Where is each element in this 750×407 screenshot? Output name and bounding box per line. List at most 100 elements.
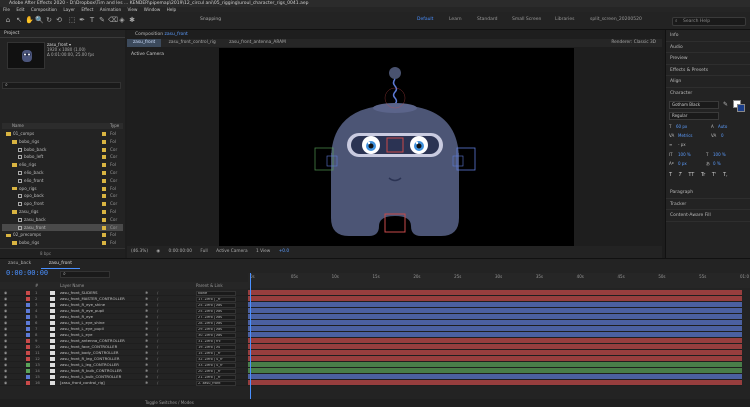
layer-label-color[interactable] [26,375,30,379]
kerning-value[interactable]: Metrics [678,133,693,138]
renderer-info[interactable]: Renderer: Classic 3D [611,39,656,47]
label-color-swatch[interactable] [102,186,106,191]
label-color-swatch[interactable] [102,233,106,238]
layer-label-color[interactable] [26,297,30,301]
panel-align[interactable]: Align [666,76,750,88]
views-dropdown[interactable]: 1 View [256,249,270,254]
layer-duration-bar[interactable] [248,380,742,386]
search-help-input[interactable]: ⌕ Search Help [672,17,746,26]
workspace-split-screen[interactable]: split_screen_20200520 [590,17,642,22]
column-type[interactable]: Type [110,123,119,129]
project-comp-row[interactable]: zasu_back Cor [2,216,123,224]
parent-dropdown[interactable]: 30. Zero | zas [196,332,236,338]
vertical-scale-value[interactable]: 100 % [678,152,691,157]
exposure-value[interactable]: +0.0 [279,249,289,254]
timeline-tab-zasu-back[interactable]: zasu_back [0,260,39,268]
layer-label-color[interactable] [26,309,30,313]
comp-subtab-zasu-front[interactable]: zasu_front [127,39,162,47]
panel-info[interactable]: Info [666,30,750,42]
parent-dropdown[interactable]: 25. Zero | zas [196,302,236,308]
selection-tool-icon[interactable]: ↖ [15,16,23,24]
project-comp-row[interactable]: elio_front Cor [2,177,123,185]
visibility-eye-icon[interactable]: ◉ [4,380,7,386]
layer-label-color[interactable] [26,363,30,367]
camera-icon[interactable]: ◉ [156,249,160,254]
current-time[interactable]: 0:00:00:00 [169,249,192,254]
project-folder-row[interactable]: elio_rigs Fol [2,161,123,169]
shy-switch-icon[interactable]: ✱ [145,380,148,386]
font-style-dropdown[interactable]: Regular [669,112,719,120]
playhead[interactable] [250,273,251,405]
parent-dropdown[interactable]: 17. Zero | _fr [196,296,236,302]
zoom-dropdown[interactable]: (46.3%) [131,249,148,254]
label-color-swatch[interactable] [102,209,106,214]
label-color-swatch[interactable] [102,178,106,183]
home-icon[interactable]: ⌂ [4,16,12,24]
parent-dropdown[interactable]: 2. zasu_front [196,380,236,386]
panel-preview[interactable]: Preview [666,53,750,65]
bit-depth[interactable]: 8 bpc [40,251,51,256]
layer-label-color[interactable] [26,345,30,349]
label-color-swatch[interactable] [102,225,106,230]
layer-label-color[interactable] [26,369,30,373]
time-ruler[interactable]: 0s 05s 10s 15s 20s 25s 30s 35s 40s 45s 50s 55s 01:0 [248,273,750,288]
parent-dropdown[interactable]: 32. Zero | u_fr [196,356,236,362]
parent-dropdown[interactable]: 29. Zero | zas [196,326,236,332]
workspace-small-screen[interactable]: Small Screen [512,17,541,22]
column-parent[interactable]: Parent & Link [196,282,223,289]
comp-subtab-control-rig[interactable]: zasu_front_control_rig [163,39,222,47]
panel-character-title[interactable]: Character [666,88,750,100]
workspace-default[interactable]: Default [417,17,433,22]
label-color-swatch[interactable] [102,155,106,160]
layer-label-color[interactable] [26,327,30,331]
tsume-value[interactable]: 0 % [713,161,721,166]
parent-dropdown[interactable]: 27. Zero | zas [196,314,236,320]
label-color-swatch[interactable] [102,132,106,136]
project-comp-row[interactable]: bobo_back Cor [2,146,123,154]
layer-name[interactable]: [zasu_front_control_rig] [60,380,105,386]
type-tool-icon[interactable]: T [88,16,96,24]
font-family-dropdown[interactable]: Gotham Black [669,101,719,109]
project-folder-row[interactable]: bobo_rigs Fol [2,239,123,247]
project-folder-row[interactable]: 01_comps Fol [2,130,123,138]
brush-tool-icon[interactable]: ✎ [98,16,106,24]
horizontal-scale-value[interactable]: 100 % [713,152,726,157]
layer-label-color[interactable] [26,303,30,307]
layer-label-color[interactable] [26,291,30,295]
workspace-learn[interactable]: Learn [449,17,462,22]
column-name[interactable]: Name [12,123,24,128]
project-folder-row[interactable]: opo_rigs Fol [2,185,123,193]
toggle-switches-modes[interactable]: Toggle Switches / Modes [145,400,194,405]
shape-tool-icon[interactable]: ⬚ [68,16,76,24]
layer-label-color[interactable] [26,381,30,385]
project-comp-row[interactable]: opo_front Cor [2,200,123,208]
stroke-color-swatch[interactable] [737,104,745,112]
parent-dropdown[interactable]: None [196,290,236,296]
parent-dropdown[interactable]: 28. Zero | zas [196,320,236,326]
label-color-swatch[interactable] [102,217,106,222]
small-caps-button[interactable]: Tr [701,172,705,178]
panel-content-aware-fill[interactable]: Content-Aware Fill [666,210,750,222]
label-color-swatch[interactable] [102,241,106,246]
timeline-tab-zasu-front[interactable]: zasu_front [40,260,80,269]
layer-row[interactable]: ◉ 16 [zasu_front_control_rig] ✱ / 2. zasu_fro… [0,380,248,386]
project-tab[interactable]: Project [0,30,125,38]
faux-italic-button[interactable]: T [679,172,682,178]
stroke-width-value[interactable]: - px [678,142,686,147]
panel-audio[interactable]: Audio [666,42,750,53]
label-color-swatch[interactable] [102,194,106,199]
project-comp-row[interactable]: elio_back Cor [2,169,123,177]
label-color-swatch[interactable] [102,202,106,207]
eyedropper-icon[interactable]: ✎ [723,101,728,108]
parent-dropdown[interactable]: 21. Zero | _fr [196,374,236,380]
parent-dropdown[interactable]: 15. Zero | _fr [196,350,236,356]
layer-label-color[interactable] [26,351,30,355]
composition-tab-name[interactable]: zasu_front [165,32,188,37]
layer-label-color[interactable] [26,315,30,319]
superscript-button[interactable]: T' [712,172,716,178]
timeline-search-input[interactable]: ⌕ [60,271,110,278]
panel-paragraph[interactable]: Paragraph [666,187,750,199]
workspace-libraries[interactable]: Libraries [555,17,574,22]
project-comp-row[interactable]: zasu_front Cor [2,223,123,232]
panel-tracker[interactable]: Tracker [666,199,750,210]
